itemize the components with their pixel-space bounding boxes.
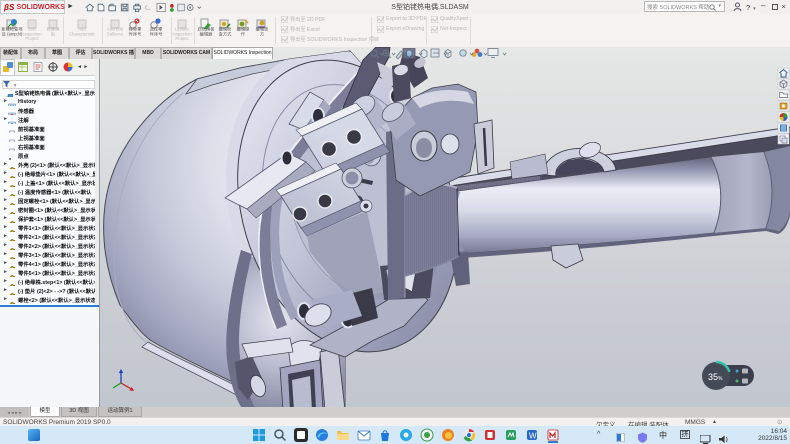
svg-text:W: W xyxy=(529,432,537,441)
